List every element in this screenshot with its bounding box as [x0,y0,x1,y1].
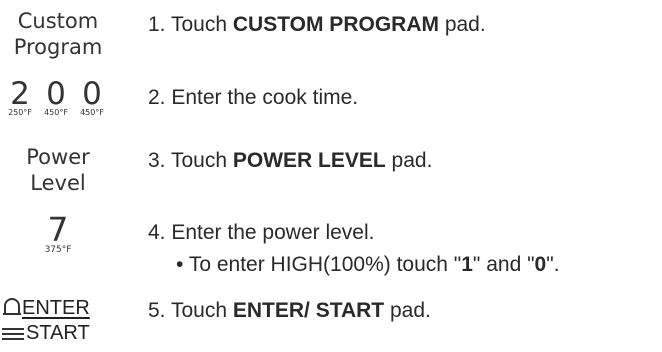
step-text: 1. Touch CUSTOM PROGRAM pad. [148,12,486,38]
step-note: • To enter HIGH(100%) touch "1" and "0". [176,252,560,278]
enter-word: ENTER [22,297,90,319]
digit-pad: 2 250°F [2,76,38,118]
door-icon [3,298,21,315]
step-text: 3. Touch POWER LEVEL pad. [148,148,432,174]
digit-pad: 0 450°F [38,76,74,118]
step-pre: Touch [170,299,233,322]
digit-value: 0 [82,76,102,112]
instruction-row-2: 2 250°F 0 450°F 0 450°F 2. Enter the coo… [0,76,662,126]
enter-start-pad: ENTER START [2,296,116,352]
step-number: 5. [148,299,166,322]
digit-value: 2 [10,76,30,112]
number-pads: 2 250°F 0 450°F 0 450°F [0,76,116,118]
digit-pad: 7 375°F [0,210,116,255]
step-post: pad. [384,299,431,322]
pad-label-line: Level [30,171,86,195]
instruction-row-3: Power Level 3. Touch POWER LEVEL pad. [0,144,662,200]
note-pre: To enter HIGH(100%) touch " [188,253,462,276]
digit-pad: 0 450°F [74,76,110,118]
step-pre: Touch [170,13,233,36]
step-text: 2. Enter the cook time. [148,85,358,111]
lines-icon [2,327,24,341]
step-number: 2. [148,86,166,109]
step-body: Enter the power level. [171,221,375,244]
start-word: START [26,322,90,344]
note-bold-2: 0 [534,253,547,276]
digit-temp: 450°F [44,108,68,117]
digit-value: 0 [46,76,66,112]
step-bold: POWER LEVEL [232,149,386,172]
note-bold-1: 1 [461,253,473,276]
digit-temp: 450°F [80,108,104,117]
start-line: START [2,321,90,345]
step-number: 3. [148,149,166,172]
step-text: 4. Enter the power level. [148,220,374,246]
instruction-row-5: ENTER START 5. Touch ENTER/ START pad. [0,296,662,352]
step-post: pad. [385,149,433,172]
step-pre: Touch [170,149,233,172]
digit-value: 7 [47,210,69,249]
power-level-pad: Power Level [0,144,116,196]
pad-label-line: Program [13,35,103,59]
digit-group: 2 250°F 0 450°F 0 450°F [0,76,116,118]
instruction-row-4: 7 375°F 4. Enter the power level. • To e… [0,210,662,294]
custom-program-pad: Custom Program [0,8,116,60]
step-post: pad. [438,13,486,36]
step-number: 4. [148,221,166,244]
number-pad-7: 7 375°F [0,210,116,255]
step-bold: ENTER/ START [232,299,385,322]
note-mid: " and " [472,253,535,276]
note-post: ". [546,253,560,276]
step-text: 5. Touch ENTER/ START pad. [148,298,431,324]
pad-label-line: Custom [17,9,99,33]
step-body: Enter the cook time. [171,86,359,109]
bullet-mark: • [176,253,184,276]
digit-temp: 250°F [8,108,32,117]
pad-label-line: Power [26,145,90,169]
enter-line: ENTER [2,296,90,320]
step-bold: CUSTOM PROGRAM [232,13,439,36]
instruction-row-1: Custom Program 1. Touch CUSTOM PROGRAM p… [0,8,662,64]
step-number: 1. [148,13,166,36]
digit-temp: 375°F [44,245,72,255]
